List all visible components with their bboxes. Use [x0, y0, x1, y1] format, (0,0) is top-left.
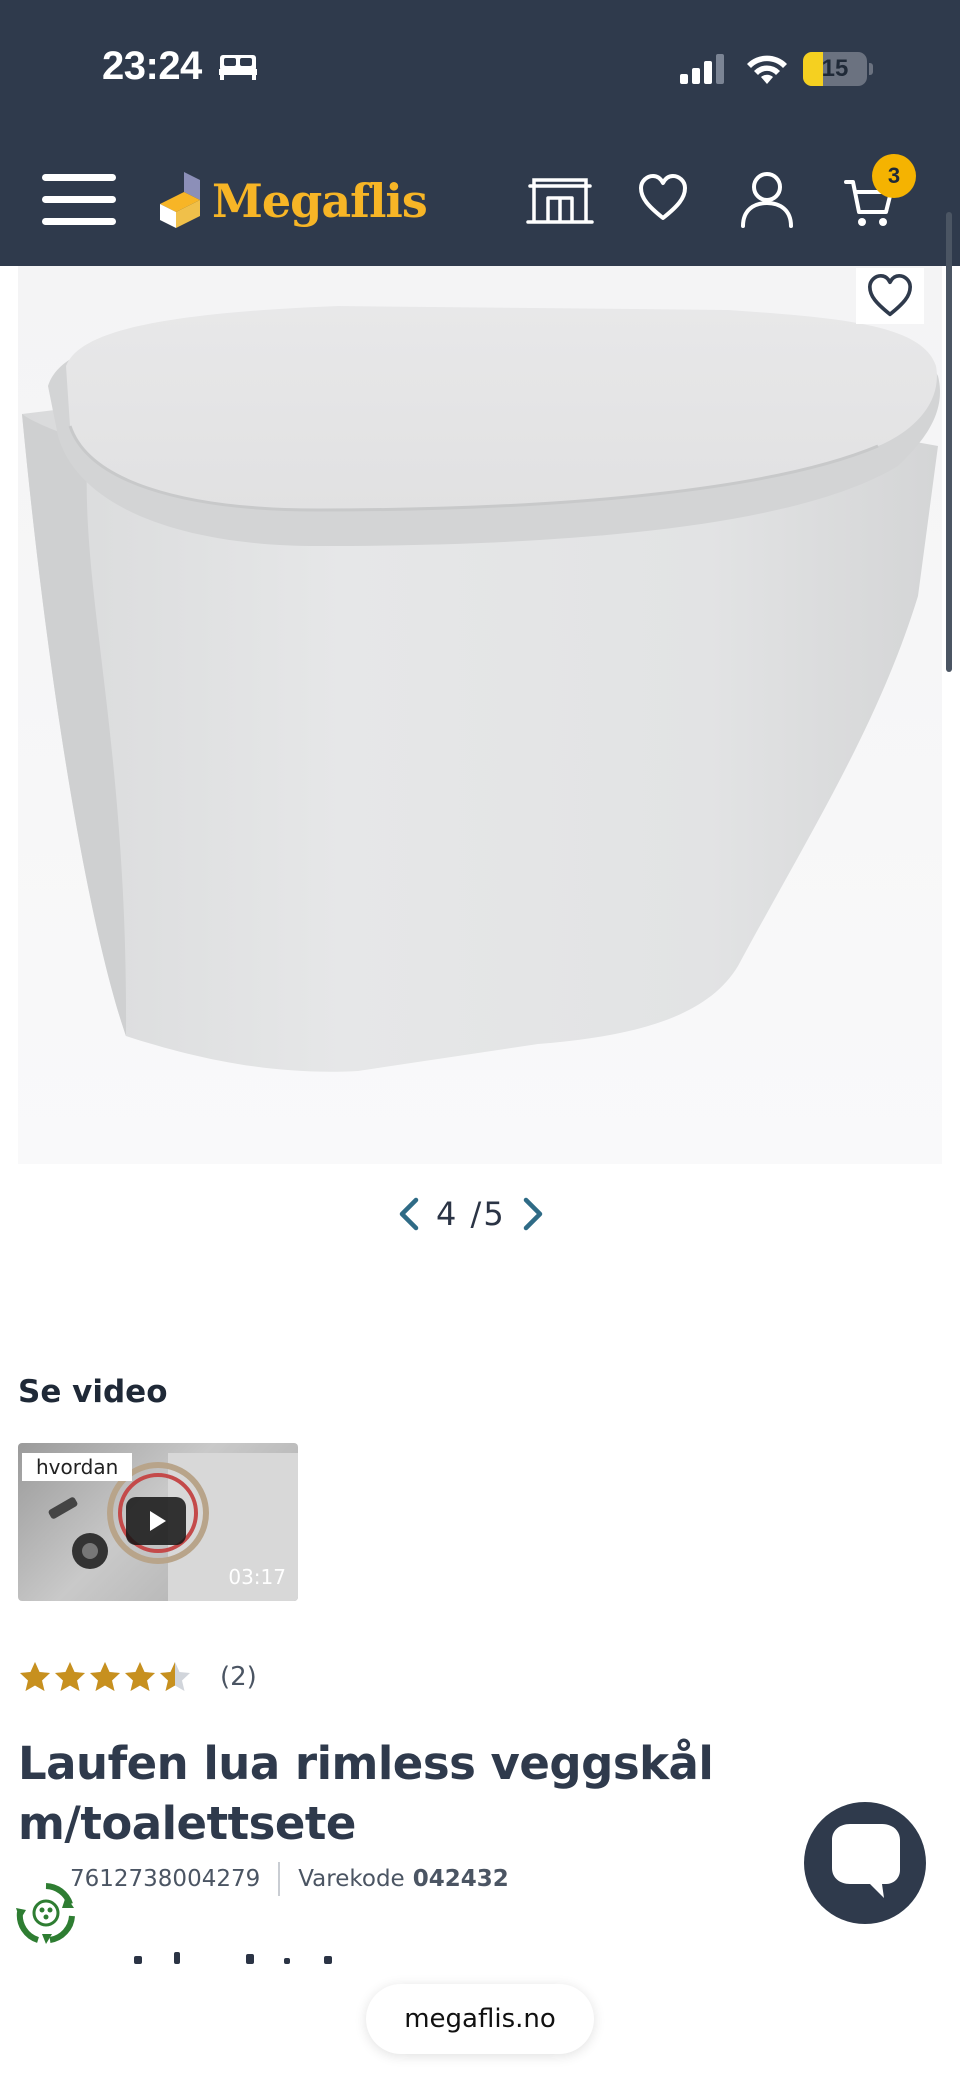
- signal-icon: [680, 54, 724, 84]
- review-count[interactable]: (2): [220, 1660, 257, 1694]
- code-value: 042432: [412, 1866, 509, 1892]
- video-duration: 03:17: [228, 1565, 286, 1589]
- star-icon: [20, 1662, 50, 1691]
- video-thumbnail[interactable]: hvordan 03:17: [18, 1443, 298, 1601]
- logo-text: Megaflis: [212, 174, 428, 228]
- star-icon: [160, 1662, 190, 1691]
- star-icon: [90, 1662, 120, 1691]
- toilet-illustration: [22, 306, 940, 1072]
- play-button[interactable]: [126, 1497, 186, 1545]
- menu-icon[interactable]: [42, 172, 116, 226]
- product-title: Laufen lua rimless veggskål m/toalettset…: [18, 1737, 714, 1850]
- pager-current: 4: [436, 1195, 459, 1233]
- megaflis-logo[interactable]: Megaflis: [156, 166, 428, 236]
- pager-total: 5: [483, 1195, 506, 1233]
- battery-icon: 15: [803, 52, 873, 86]
- wifi-icon: [747, 55, 787, 84]
- chat-bubble-icon: [832, 1824, 900, 1898]
- app-header: 23:24 15 Megaflis 3: [0, 0, 960, 266]
- favorite-button[interactable]: [856, 268, 924, 324]
- video-tag: hvordan: [22, 1453, 133, 1481]
- heart-icon[interactable]: [638, 174, 688, 222]
- chevron-left-icon[interactable]: [396, 1196, 422, 1232]
- logo-mark-icon: [160, 172, 200, 228]
- pager-separator: /: [470, 1195, 484, 1233]
- star-icon: [55, 1662, 85, 1691]
- pager-position: 4 /5: [436, 1195, 506, 1233]
- video-heading: Se video: [18, 1374, 168, 1410]
- image-pager: 4 /5: [396, 1190, 546, 1238]
- chevron-right-icon[interactable]: [520, 1196, 546, 1232]
- product-image[interactable]: [18, 266, 942, 1164]
- browser-url-bar[interactable]: megaflis.no: [366, 1984, 594, 2054]
- store-icon[interactable]: [526, 178, 594, 226]
- product-codes: 7612738004279 Varekode 042432: [18, 1862, 509, 1896]
- battery-level: 15: [821, 55, 849, 82]
- ean-number: 7612738004279: [70, 1866, 261, 1892]
- partially-hidden-text: [134, 1952, 332, 1964]
- sku-divider: [278, 1862, 281, 1896]
- code-label: Varekode: [298, 1866, 405, 1892]
- bed-icon: [219, 55, 257, 80]
- status-time: 23:24: [102, 44, 202, 88]
- page-scrollbar[interactable]: [946, 212, 952, 672]
- star-rating[interactable]: [18, 1660, 193, 1694]
- chat-button[interactable]: [804, 1802, 926, 1924]
- user-icon[interactable]: [740, 170, 794, 228]
- eco-recycle-icon[interactable]: [16, 1882, 76, 1944]
- cart-count-badge: 3: [872, 154, 916, 198]
- play-icon: [150, 1511, 166, 1531]
- star-icon: [125, 1662, 155, 1691]
- favorite-heart-icon: [868, 274, 913, 317]
